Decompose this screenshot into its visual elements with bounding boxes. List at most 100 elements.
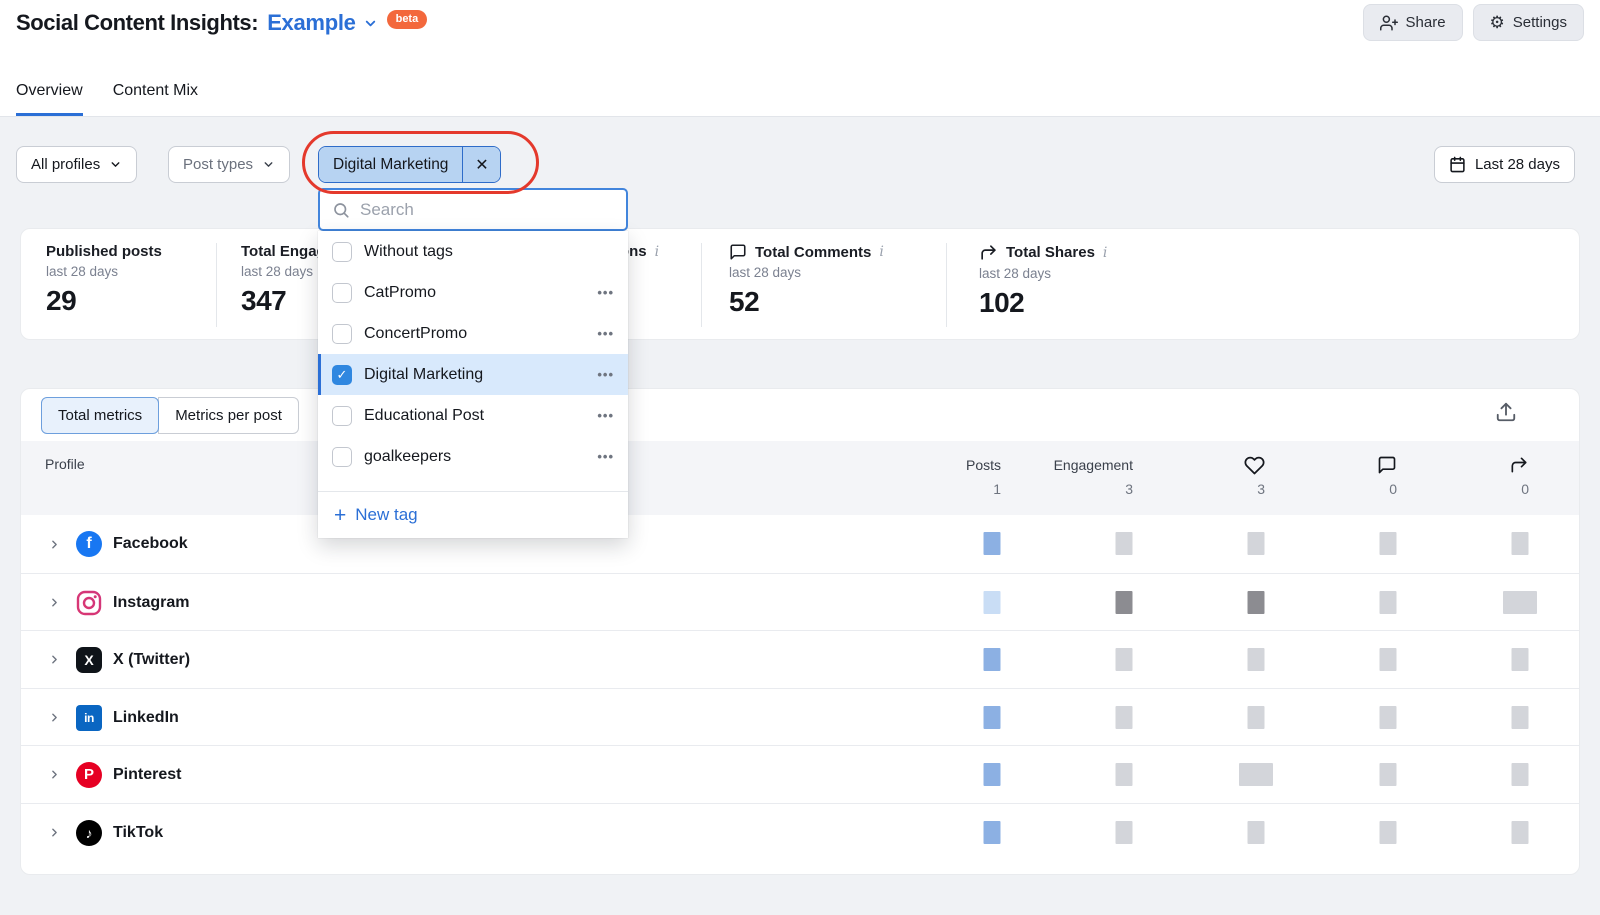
data-cell xyxy=(1116,648,1133,671)
table-row-pinterest[interactable]: P Pinterest xyxy=(21,745,1579,803)
project-name[interactable]: Example xyxy=(267,10,355,36)
settings-button[interactable]: ⚙ Settings xyxy=(1473,4,1584,41)
profiles-table-card: Total metrics Metrics per post Profile P… xyxy=(20,388,1580,875)
checkbox[interactable]: ✓ xyxy=(332,242,352,262)
tag-option-digital-marketing[interactable]: ✓ Digital Marketing ••• xyxy=(318,354,628,395)
tab-overview[interactable]: Overview xyxy=(16,82,83,116)
table-row-instagram[interactable]: Instagram xyxy=(21,573,1579,631)
table-row-x-twitter[interactable]: X X (Twitter) xyxy=(21,630,1579,688)
remove-tag-button[interactable]: ✕ xyxy=(462,147,500,182)
chevron-right-icon[interactable] xyxy=(48,711,61,724)
table-row-facebook[interactable]: f Facebook xyxy=(21,515,1579,573)
chevron-right-icon[interactable] xyxy=(48,653,61,666)
column-reactions: 3 xyxy=(1125,454,1265,497)
date-range-button[interactable]: Last 28 days xyxy=(1434,146,1575,183)
toggle-total-metrics[interactable]: Total metrics xyxy=(41,397,159,434)
tab-bar: Overview Content Mix xyxy=(16,82,198,116)
chevron-down-icon xyxy=(109,158,122,171)
beta-badge: beta xyxy=(387,10,428,29)
metric-published-posts: Published posts last 28 days 29 xyxy=(46,243,162,317)
checkbox-checked[interactable]: ✓ xyxy=(332,365,352,385)
column-total: 0 xyxy=(1257,481,1397,497)
profile-name: TikTok xyxy=(113,824,163,842)
share-button[interactable]: Share xyxy=(1363,4,1463,41)
data-cell xyxy=(1380,532,1397,555)
tag-search-input[interactable] xyxy=(360,200,614,220)
share-arrow-icon xyxy=(1509,455,1529,475)
selected-tag-chip[interactable]: Digital Marketing ✕ xyxy=(318,146,501,183)
data-cell xyxy=(1512,763,1529,786)
toggle-metrics-per-post[interactable]: Metrics per post xyxy=(158,397,299,434)
data-cell xyxy=(984,648,1001,671)
data-cell xyxy=(984,763,1001,786)
comment-icon xyxy=(729,243,747,261)
tag-search-box[interactable] xyxy=(318,188,628,231)
data-cell xyxy=(1239,763,1273,786)
data-cell xyxy=(1512,532,1529,555)
chevron-right-icon[interactable] xyxy=(48,596,61,609)
tag-option-catpromo[interactable]: ✓ CatPromo ••• xyxy=(318,272,628,313)
column-shares: 0 xyxy=(1389,454,1529,497)
export-button[interactable] xyxy=(1495,401,1517,423)
tag-option-goalkeepers[interactable]: ✓ goalkeepers ••• xyxy=(318,436,628,477)
project-selector[interactable]: Example xyxy=(267,10,377,36)
new-tag-button[interactable]: + New tag xyxy=(318,492,628,538)
info-icon[interactable]: i xyxy=(879,244,883,260)
chevron-right-icon[interactable] xyxy=(48,768,61,781)
card-divider xyxy=(701,243,702,327)
data-cell xyxy=(1116,591,1133,614)
chevron-right-icon[interactable] xyxy=(48,826,61,839)
data-cell xyxy=(1248,591,1265,614)
tag-option-label: Educational Post xyxy=(364,407,484,425)
info-icon[interactable]: i xyxy=(655,244,659,260)
data-cell xyxy=(1380,648,1397,671)
tag-option-label: Without tags xyxy=(364,243,453,261)
data-cell xyxy=(1380,706,1397,729)
chevron-down-icon xyxy=(262,158,275,171)
column-total: 1 xyxy=(861,481,1001,497)
tab-content-mix[interactable]: Content Mix xyxy=(113,82,198,116)
data-cell xyxy=(984,532,1001,555)
more-options-icon[interactable]: ••• xyxy=(597,408,614,423)
checkbox[interactable]: ✓ xyxy=(332,406,352,426)
info-icon[interactable]: i xyxy=(1103,245,1107,261)
column-label: Engagement xyxy=(993,454,1133,476)
facebook-icon: f xyxy=(76,531,102,557)
tag-option-concertpromo[interactable]: ✓ ConcertPromo ••• xyxy=(318,313,628,354)
table-row-tiktok[interactable]: ♪ TikTok xyxy=(21,803,1579,861)
tag-option-without-tags[interactable]: ✓ Without tags ••• xyxy=(318,231,628,272)
profiles-filter-dropdown[interactable]: All profiles xyxy=(16,146,137,183)
more-options-icon[interactable]: ••• xyxy=(597,326,614,341)
checkbox[interactable]: ✓ xyxy=(332,447,352,467)
post-types-filter-dropdown[interactable]: Post types xyxy=(168,146,290,183)
chevron-right-icon[interactable] xyxy=(48,538,61,551)
x-twitter-icon: X xyxy=(76,647,102,673)
metric-label: Published posts xyxy=(46,243,162,260)
share-arrow-icon xyxy=(979,243,998,262)
page-title: Social Content Insights: xyxy=(16,10,258,36)
more-options-icon[interactable]: ••• xyxy=(597,449,614,464)
data-cell xyxy=(1512,648,1529,671)
data-cell xyxy=(1503,591,1537,614)
data-cell xyxy=(1116,706,1133,729)
data-cell xyxy=(1248,532,1265,555)
data-cell xyxy=(1380,763,1397,786)
table-row-linkedin[interactable]: in LinkedIn xyxy=(21,688,1579,746)
share-button-label: Share xyxy=(1406,14,1446,31)
metric-value: 102 xyxy=(979,287,1107,319)
checkbox[interactable]: ✓ xyxy=(332,324,352,344)
profile-name: Instagram xyxy=(113,594,189,612)
tag-option-label: goalkeepers xyxy=(364,448,451,466)
data-cell xyxy=(984,821,1001,844)
metric-value: 52 xyxy=(729,286,884,318)
checkbox[interactable]: ✓ xyxy=(332,283,352,303)
tag-option-label: CatPromo xyxy=(364,284,436,302)
more-options-icon[interactable]: ••• xyxy=(597,285,614,300)
data-cell xyxy=(1512,821,1529,844)
tag-option-educational-post[interactable]: ✓ Educational Post ••• xyxy=(318,395,628,436)
more-options-icon[interactable]: ••• xyxy=(597,367,614,382)
tag-list: ✓ Without tags ••• ✓ CatPromo ••• ✓ Conc… xyxy=(318,231,628,538)
profile-name: Pinterest xyxy=(113,766,181,784)
instagram-icon xyxy=(76,590,102,616)
tag-option-label: Digital Marketing xyxy=(364,366,483,384)
